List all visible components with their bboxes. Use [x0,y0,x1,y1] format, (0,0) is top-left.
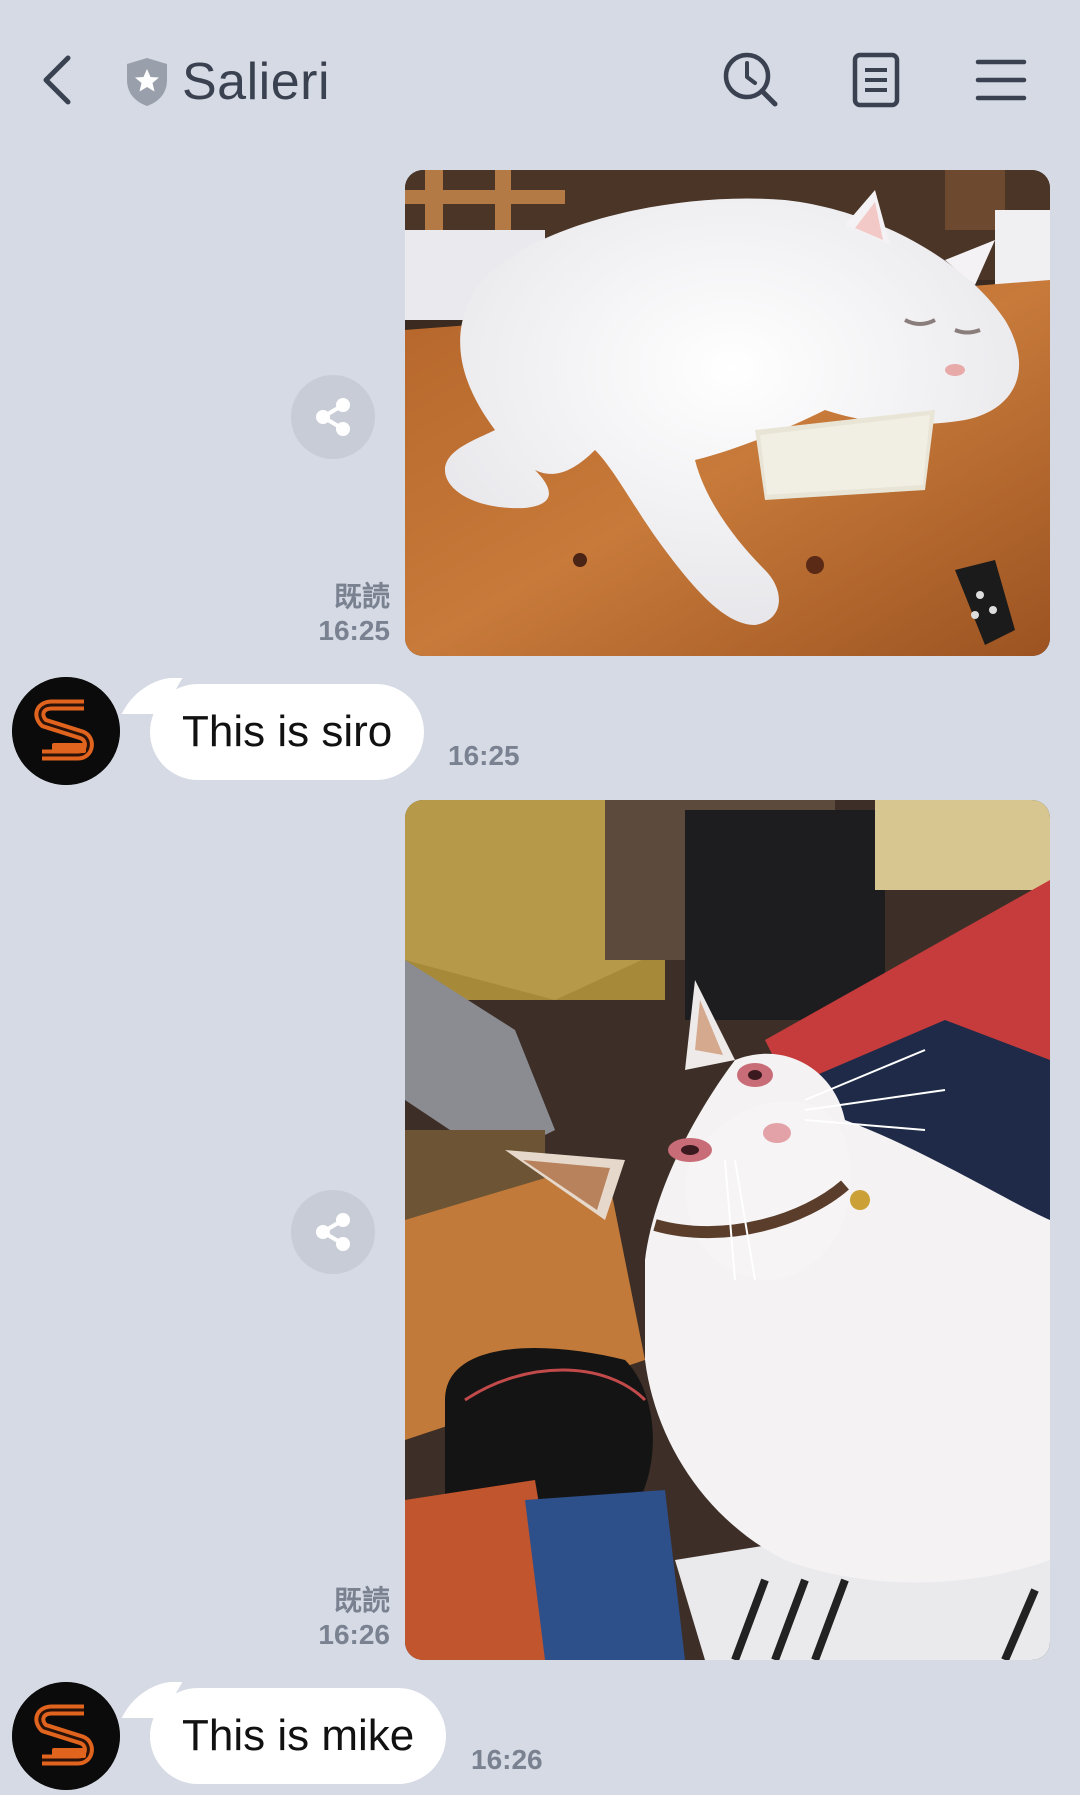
text-message-bubble[interactable]: This is siro [150,684,425,780]
message-text: This is mike [182,1711,415,1760]
white-cat-photo [405,170,1050,656]
sender-avatar[interactable] [12,1682,120,1790]
document-icon [852,52,900,108]
avatar-logo-icon [12,1682,120,1790]
read-receipt: 既読 [333,1585,390,1616]
menu-button[interactable] [972,50,1032,110]
message-meta: 既読 16:25 [318,580,390,648]
share-icon [316,398,350,436]
message-meta: 既読 16:26 [318,1584,390,1652]
share-icon [316,1213,350,1251]
search-clock-icon [723,52,778,107]
sender-avatar[interactable] [12,677,120,785]
share-button[interactable] [291,375,375,459]
message-time: 16:26 [318,1619,390,1650]
message-time: 16:25 [318,615,390,646]
text-message-bubble[interactable]: This is mike [150,1688,447,1784]
avatar-logo-icon [12,677,120,785]
message-text: This is siro [182,707,393,756]
message-time: 16:26 [471,1744,543,1775]
message-time: 16:25 [448,740,520,771]
notes-button[interactable] [846,50,906,110]
back-button[interactable] [38,48,78,112]
photo-message-calico-cat[interactable] [405,800,1050,1660]
share-button[interactable] [291,1190,375,1274]
read-receipt: 既読 [333,581,390,612]
chevron-left-icon [43,55,71,105]
hamburger-menu-icon [975,59,1027,101]
photo-message-white-cat[interactable] [405,170,1050,656]
chat-title-group[interactable]: Salieri [124,50,330,114]
chat-title: Salieri [182,53,330,111]
shield-star-icon [127,58,167,106]
search-button[interactable] [721,50,781,110]
chat-header: Salieri [0,0,1080,160]
calico-cat-photo [405,800,1050,1660]
